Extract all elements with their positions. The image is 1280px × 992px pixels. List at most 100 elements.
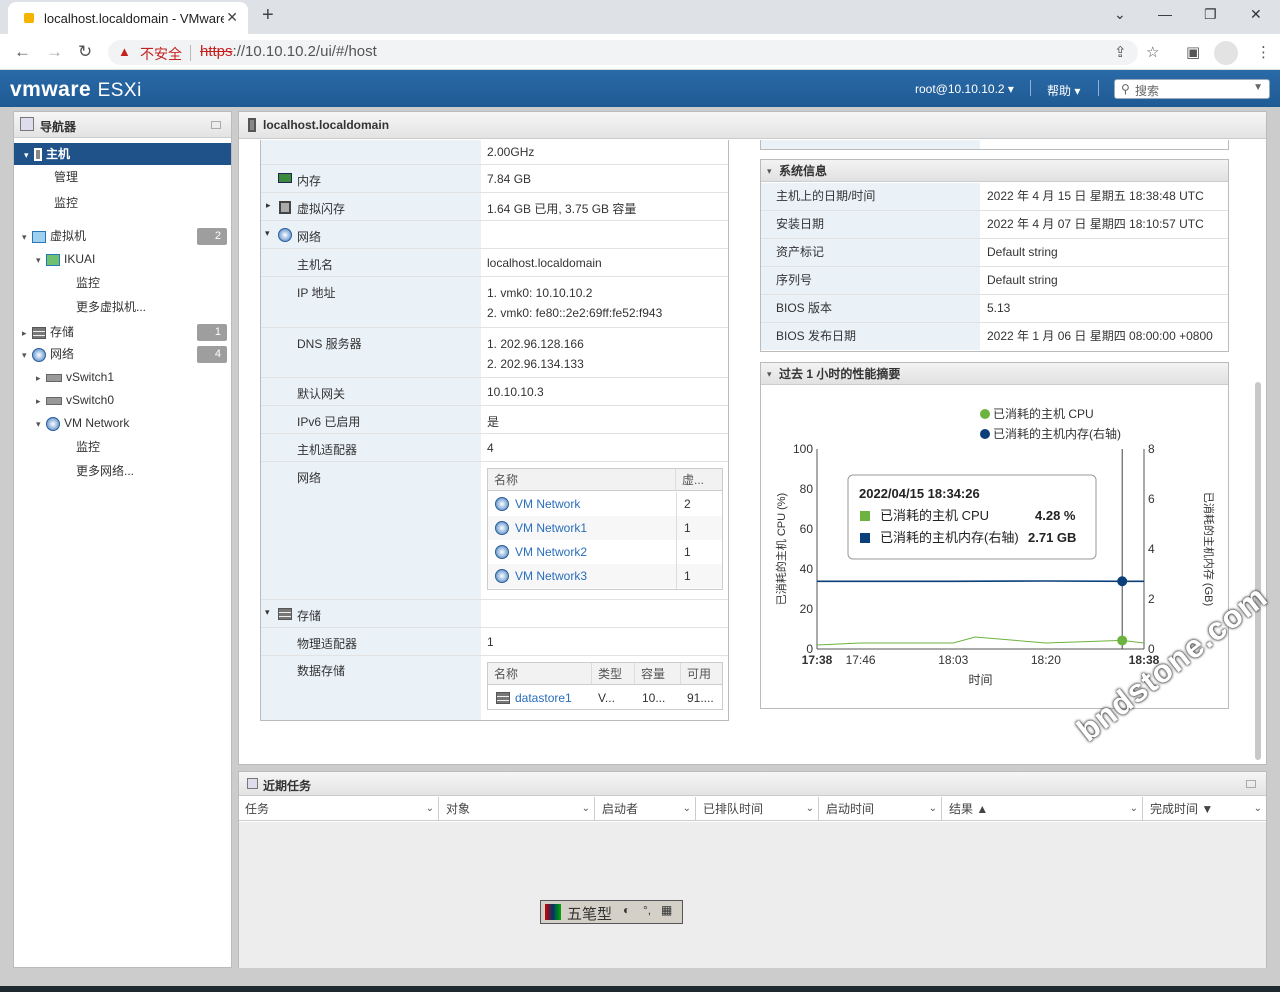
expand-icon: ▾: [36, 255, 41, 265]
col-type[interactable]: 类型: [592, 663, 635, 685]
sysinfo-row: 主机上的日期/时间 2022 年 4 月 15 日 星期五 18:38:48 UT…: [761, 183, 1228, 211]
insecure-label[interactable]: 不安全: [140, 44, 182, 64]
sysinfo-label: BIOS 版本: [761, 295, 980, 322]
nav-network[interactable]: ▾ 网络 4: [22, 343, 231, 365]
profile-avatar[interactable]: [1214, 41, 1238, 65]
nav-storage[interactable]: ▸ 存储 1: [22, 321, 231, 343]
table-row[interactable]: datastore1 V... 10... 91....: [488, 686, 722, 710]
divider: [1098, 80, 1099, 96]
flash-row[interactable]: ▸ 虚拟闪存 1.64 GB 已用, 3.75 GB 容量: [261, 193, 728, 221]
collapse-icon[interactable]: ▾: [265, 228, 270, 239]
cpu-freq: 2.00GHz: [487, 145, 535, 159]
nav-vms[interactable]: ▾ 虚拟机 2: [22, 225, 231, 247]
scrollbar[interactable]: [1255, 382, 1261, 760]
help-menu[interactable]: 帮助 ▾: [1047, 82, 1080, 99]
tasks-icon: [247, 778, 258, 789]
flash-icon: [279, 201, 291, 214]
search-input[interactable]: ⚲ 搜索 ▼: [1114, 79, 1270, 99]
nav-network-monitor[interactable]: 监控: [76, 436, 100, 458]
expand-icon: ▸: [22, 328, 27, 338]
close-window-button[interactable]: ✕: [1250, 6, 1262, 23]
network-link[interactable]: VM Network2: [515, 540, 587, 564]
nav-vm-ikuai[interactable]: ▾ IKUAI: [36, 248, 95, 270]
restore-button[interactable]: ❐: [1204, 6, 1217, 23]
col-free[interactable]: 可用: [681, 663, 722, 685]
nav-more-networks[interactable]: 更多网络...: [76, 460, 134, 482]
nav-vswitch1[interactable]: ▸ vSwitch1: [36, 366, 114, 388]
recent-tasks-header: 近期任务: [239, 772, 1266, 796]
ipv6-row: IPv6 已启用 是: [261, 406, 728, 434]
y-tick-label: 100: [793, 442, 813, 456]
system-info-header[interactable]: ▾ 系统信息: [761, 160, 1228, 182]
datastore-link[interactable]: datastore1: [515, 686, 572, 710]
col-name[interactable]: 名称: [488, 469, 676, 491]
tab-close-icon[interactable]: ✕: [226, 9, 238, 26]
reload-icon[interactable]: ↻: [78, 42, 92, 62]
network-icon: [495, 545, 509, 559]
collapse-icon[interactable]: [1246, 780, 1256, 788]
sidepanel-icon[interactable]: ▣: [1186, 43, 1200, 61]
col-result[interactable]: 结果 ▲ ⌄: [943, 797, 1143, 821]
y-axis-label: 已消耗的主机 CPU (%): [774, 493, 788, 605]
table-row[interactable]: VM Network3 1: [488, 564, 722, 588]
collapse-icon[interactable]: ▾: [265, 607, 270, 618]
flash-label: 虚拟闪存: [297, 202, 346, 216]
col-name[interactable]: 名称: [488, 663, 592, 685]
network-link[interactable]: VM Network3: [515, 564, 587, 588]
moon-icon[interactable]: ◐: [623, 903, 630, 917]
hostname-value: localhost.localdomain: [487, 256, 602, 270]
table-row[interactable]: VM Network1 1: [488, 516, 722, 540]
browser-tab[interactable]: localhost.localdomain - VMware ESXi ✕: [8, 2, 248, 34]
network-icon: [495, 521, 509, 535]
network-section[interactable]: ▾ 网络: [261, 221, 728, 249]
vm-running-icon: [46, 253, 60, 266]
storage-section[interactable]: ▾ 存储: [261, 600, 728, 628]
share-icon[interactable]: ⇪: [1114, 43, 1127, 61]
col-queued[interactable]: 已排队时间 ⌄: [697, 797, 819, 821]
table-row[interactable]: VM Network2 1: [488, 540, 722, 564]
keyboard-icon[interactable]: ▦: [661, 903, 672, 917]
punct-icon[interactable]: °,: [643, 903, 651, 917]
tab-search-button[interactable]: ⌄: [1114, 6, 1126, 23]
table-row[interactable]: VM Network 2: [488, 492, 722, 516]
col-completed[interactable]: 完成时间 ▼ ⌄: [1144, 797, 1266, 821]
user-menu[interactable]: root@10.10.10.2 ▾: [915, 82, 1014, 96]
nav-vswitch0[interactable]: ▸ vSwitch0: [36, 389, 114, 411]
col-capacity[interactable]: 容量: [635, 663, 681, 685]
gateway-value: 10.10.10.3: [487, 385, 544, 399]
new-tab-button[interactable]: +: [262, 4, 274, 27]
expand-icon[interactable]: ▸: [266, 200, 271, 211]
vm-icon: [32, 230, 46, 243]
col-vms[interactable]: 虚...: [676, 469, 722, 491]
nav-more-vms[interactable]: 更多虚拟机...: [76, 296, 146, 318]
network-link[interactable]: VM Network1: [515, 516, 587, 540]
nav-host-monitor[interactable]: 监控: [54, 192, 78, 214]
divider: [1030, 80, 1031, 96]
gateway-label: 默认网关: [297, 387, 346, 401]
ds-capacity: 10...: [642, 691, 666, 705]
tooltip-cpu-swatch: [860, 511, 870, 521]
network-link[interactable]: VM Network: [515, 492, 580, 516]
nav-host[interactable]: ▾ 主机: [14, 143, 231, 165]
ip-value-2: 2. vmk0: fe80::2e2:69ff:fe52:f943: [487, 306, 663, 320]
forward-arrow-icon[interactable]: →: [46, 42, 63, 62]
col-object[interactable]: 对象 ⌄: [440, 797, 595, 821]
minimize-button[interactable]: —: [1158, 6, 1172, 22]
menu-icon[interactable]: ⋮: [1256, 43, 1271, 61]
star-icon[interactable]: ☆: [1146, 43, 1159, 61]
navigator-title: 导航器: [40, 120, 77, 134]
warning-icon[interactable]: ▲: [118, 44, 131, 59]
col-task[interactable]: 任务 ⌄: [239, 797, 439, 821]
dns-row: DNS 服务器 1. 202.96.128.166 2. 202.96.134.…: [261, 328, 728, 378]
ime-toolbar[interactable]: 五笔型 ◐ °, ▦: [540, 900, 683, 924]
ime-mode-label[interactable]: 五笔型: [567, 903, 612, 924]
nav-vm-network[interactable]: ▾ VM Network: [36, 412, 129, 434]
back-arrow-icon[interactable]: ←: [14, 42, 31, 62]
collapse-icon[interactable]: [211, 121, 221, 129]
nav-host-manage[interactable]: 管理: [54, 166, 78, 188]
nav-vm-monitor[interactable]: 监控: [76, 272, 100, 294]
performance-header[interactable]: ▾ 过去 1 小时的性能摘要: [761, 363, 1228, 385]
col-initiator[interactable]: 启动者 ⌄: [596, 797, 696, 821]
col-started[interactable]: 启动时间 ⌄: [820, 797, 942, 821]
url-text[interactable]: https://10.10.10.2/ui/#/host: [200, 43, 377, 60]
